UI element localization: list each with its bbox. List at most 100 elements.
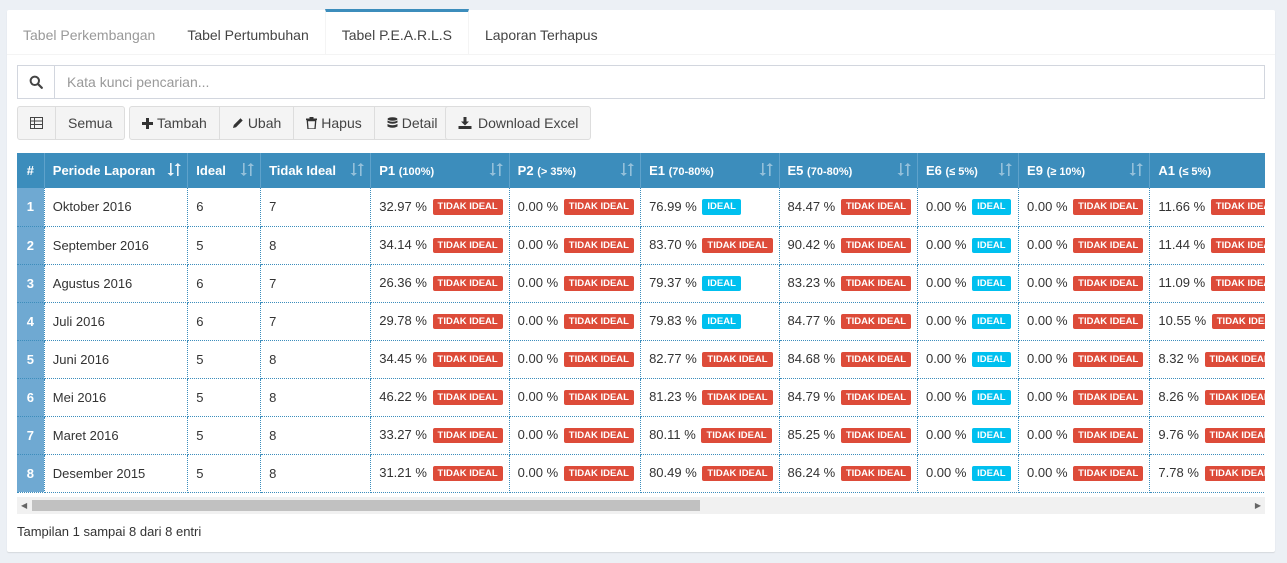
download-excel-button[interactable]: Download Excel [445, 106, 592, 140]
tidak-ideal-badge: TIDAK IDEAL [1210, 199, 1265, 215]
metric-value: 9.76 % [1158, 426, 1199, 442]
sort-icon[interactable] [759, 163, 773, 179]
tidak-ideal-badge: TIDAK IDEAL [1210, 237, 1265, 254]
ubah-label: Ubah [247, 115, 282, 131]
scrollbar-thumb[interactable] [32, 500, 700, 511]
cell-e1: 82.77 % TIDAK IDEAL [640, 340, 780, 379]
cell-p1: 29.78 % TIDAK IDEAL [370, 302, 510, 341]
table-row[interactable]: 5 Juni 2016 5 8 34.45 % TIDAK IDEAL 0.00 % TI… [17, 340, 1265, 379]
tidak-ideal-badge: TIDAK IDEAL [1073, 313, 1144, 330]
cell-ideal: 6 [187, 264, 262, 303]
scroll-right-icon[interactable]: ▶ [1255, 501, 1261, 510]
table-row[interactable]: 6 Mei 2016 5 8 46.22 % TIDAK IDEAL 0.00 % TID… [17, 378, 1265, 417]
tidak-ideal-badge: TIDAK IDEAL [563, 237, 634, 254]
cell-e1: 80.11 % TIDAK IDEAL [640, 416, 780, 455]
metric-value: 80.11 % [649, 426, 696, 442]
tab-laporan-terhapus[interactable]: Laporan Terhapus [469, 9, 614, 54]
download-icon [458, 117, 472, 129]
tab-pertumbuhan[interactable]: Tabel Pertumbuhan [171, 9, 324, 54]
horizontal-scrollbar[interactable]: ◀ ▶ [17, 497, 1265, 514]
search-input[interactable] [55, 66, 1264, 98]
tidak-ideal-badge: TIDAK IDEAL [840, 199, 912, 215]
cell-p2: 0.00 % TIDAK IDEAL [509, 264, 642, 303]
tab-perkembangan[interactable]: Tabel Perkembangan [7, 9, 171, 54]
cell-e6: 0.00 % IDEAL [917, 340, 1020, 379]
sort-icon[interactable] [350, 163, 365, 179]
sort-icon[interactable] [998, 163, 1013, 179]
ideal-badge: IDEAL [972, 313, 1011, 330]
table-row[interactable]: 1 Oktober 2016 6 7 32.97 % TIDAK IDEAL 0.00 %… [17, 188, 1265, 227]
cell-p2: 0.00 % TIDAK IDEAL [509, 340, 642, 379]
col-periode-header[interactable]: Periode Laporan [44, 153, 189, 188]
cell-a1: 11.66 % TIDAK IDEAL [1149, 188, 1265, 227]
tidak-ideal-badge: TIDAK IDEAL [840, 351, 912, 368]
cell-tidak-ideal: 7 [260, 264, 372, 303]
col-ideal-header[interactable]: Ideal [187, 153, 262, 188]
metric-value: 32.97 % [379, 198, 427, 214]
metric-value: 8.32 % [1158, 350, 1199, 366]
tidak-ideal-badge: TIDAK IDEAL [432, 427, 503, 444]
tidak-ideal-badge: TIDAK IDEAL [840, 427, 912, 444]
semua-button[interactable]: Semua [56, 106, 126, 140]
col-tidak-ideal-header[interactable]: Tidak Ideal [260, 153, 372, 188]
table-row[interactable]: 2 September 2016 5 8 34.14 % TIDAK IDEAL 0.00… [17, 226, 1265, 265]
sort-icon[interactable] [897, 163, 911, 179]
col-e6-header[interactable]: E6 (≤ 5%) [917, 153, 1020, 188]
sort-icon[interactable] [620, 163, 635, 179]
hapus-button[interactable]: Hapus [294, 106, 375, 140]
metric-value: 0.00 % [517, 350, 559, 366]
trash-icon [306, 117, 318, 129]
cell-e6: 0.00 % IDEAL [917, 454, 1020, 493]
sort-icon[interactable] [167, 163, 182, 179]
col-p2-header[interactable]: P2 (> 35%) [509, 153, 642, 188]
table-row[interactable]: 8 Desember 2015 5 8 31.21 % TIDAK IDEAL 0.00 … [17, 454, 1265, 493]
tidak-ideal-badge: TIDAK IDEAL [563, 351, 634, 368]
col-e1-header[interactable]: E1 (70-80%) [640, 153, 780, 188]
cell-periode: Juni 2016 [44, 340, 189, 379]
metric-value: 83.23 % [787, 274, 836, 290]
export-button-group: Download Excel [445, 106, 592, 140]
header-label: # [26, 163, 34, 178]
table-row[interactable]: 4 Juli 2016 6 7 29.78 % TIDAK IDEAL 0.00 % TI… [17, 302, 1265, 341]
tambah-button[interactable]: Tambah [129, 106, 220, 140]
metric-value: 81.23 % [649, 388, 697, 404]
sort-icon[interactable] [240, 163, 255, 179]
detail-button[interactable]: Detail [374, 106, 451, 140]
row-number: 7 [17, 416, 45, 455]
metric-value: 0.00 % [925, 464, 967, 480]
sort-icon[interactable] [1129, 163, 1144, 179]
row-number: 6 [17, 378, 45, 417]
cell-tidak-ideal: 7 [260, 188, 372, 227]
col-e5-header[interactable]: E5 (70-80%) [779, 153, 918, 188]
cell-tidak-ideal: 8 [260, 378, 372, 417]
tidak-ideal-badge: TIDAK IDEAL [432, 199, 503, 215]
sort-icon[interactable] [489, 163, 503, 179]
ubah-button[interactable]: Ubah [219, 106, 295, 140]
tidak-ideal-badge: TIDAK IDEAL [563, 275, 634, 292]
col-a1-header[interactable]: A1 (≤ 5%) [1149, 153, 1265, 188]
cell-p1: 33.27 % TIDAK IDEAL [370, 416, 510, 455]
col-e9-header[interactable]: E9 (≥ 10%) [1018, 153, 1151, 188]
header-sublabel: (70-80%) [807, 166, 853, 178]
col-p1-header[interactable]: P1 (100%) [370, 153, 510, 188]
cell-p1: 34.14 % TIDAK IDEAL [370, 226, 510, 265]
tidak-ideal-badge: TIDAK IDEAL [840, 237, 912, 254]
pearls-table-wrapper: # Periode Laporan Ideal Tidak Ideal P1 (100%… [17, 153, 1265, 515]
table-view-button[interactable] [17, 106, 56, 140]
search-bar [17, 65, 1265, 99]
metric-value: 84.77 % [787, 312, 836, 328]
tab-pearls[interactable]: Tabel P.E.A.R.L.S [324, 9, 469, 54]
metric-value: 82.77 % [649, 350, 697, 366]
cell-periode: Agustus 2016 [44, 264, 189, 303]
tidak-ideal-badge: TIDAK IDEAL [563, 465, 634, 482]
cell-periode: Oktober 2016 [44, 188, 189, 227]
cell-periode: Maret 2016 [44, 416, 189, 455]
table-row[interactable]: 7 Maret 2016 5 8 33.27 % TIDAK IDEAL 0.00 % T… [17, 416, 1265, 455]
cell-periode: September 2016 [44, 226, 189, 265]
metric-value: 90.42 % [787, 236, 836, 252]
table-row[interactable]: 3 Agustus 2016 6 7 26.36 % TIDAK IDEAL 0.00 %… [17, 264, 1265, 303]
cell-e9: 0.00 % TIDAK IDEAL [1018, 454, 1151, 493]
scroll-left-icon[interactable]: ◀ [21, 501, 27, 510]
col-number-header: # [17, 153, 45, 188]
tidak-ideal-badge: TIDAK IDEAL [563, 389, 634, 406]
